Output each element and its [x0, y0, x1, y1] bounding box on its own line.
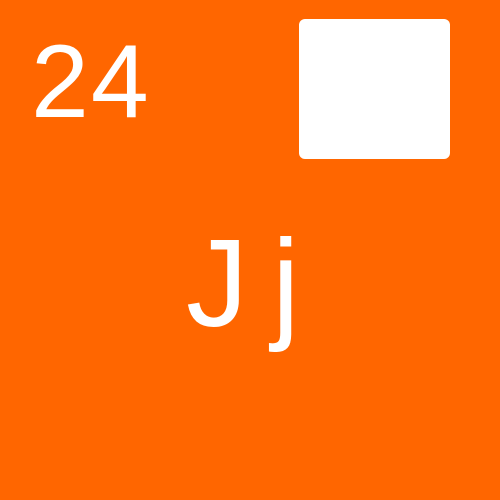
letter-tile: 24 Jj	[0, 0, 500, 500]
white-square-swatch	[299, 19, 450, 159]
tile-letters: Jj	[186, 215, 324, 353]
tile-number: 24	[31, 24, 151, 140]
